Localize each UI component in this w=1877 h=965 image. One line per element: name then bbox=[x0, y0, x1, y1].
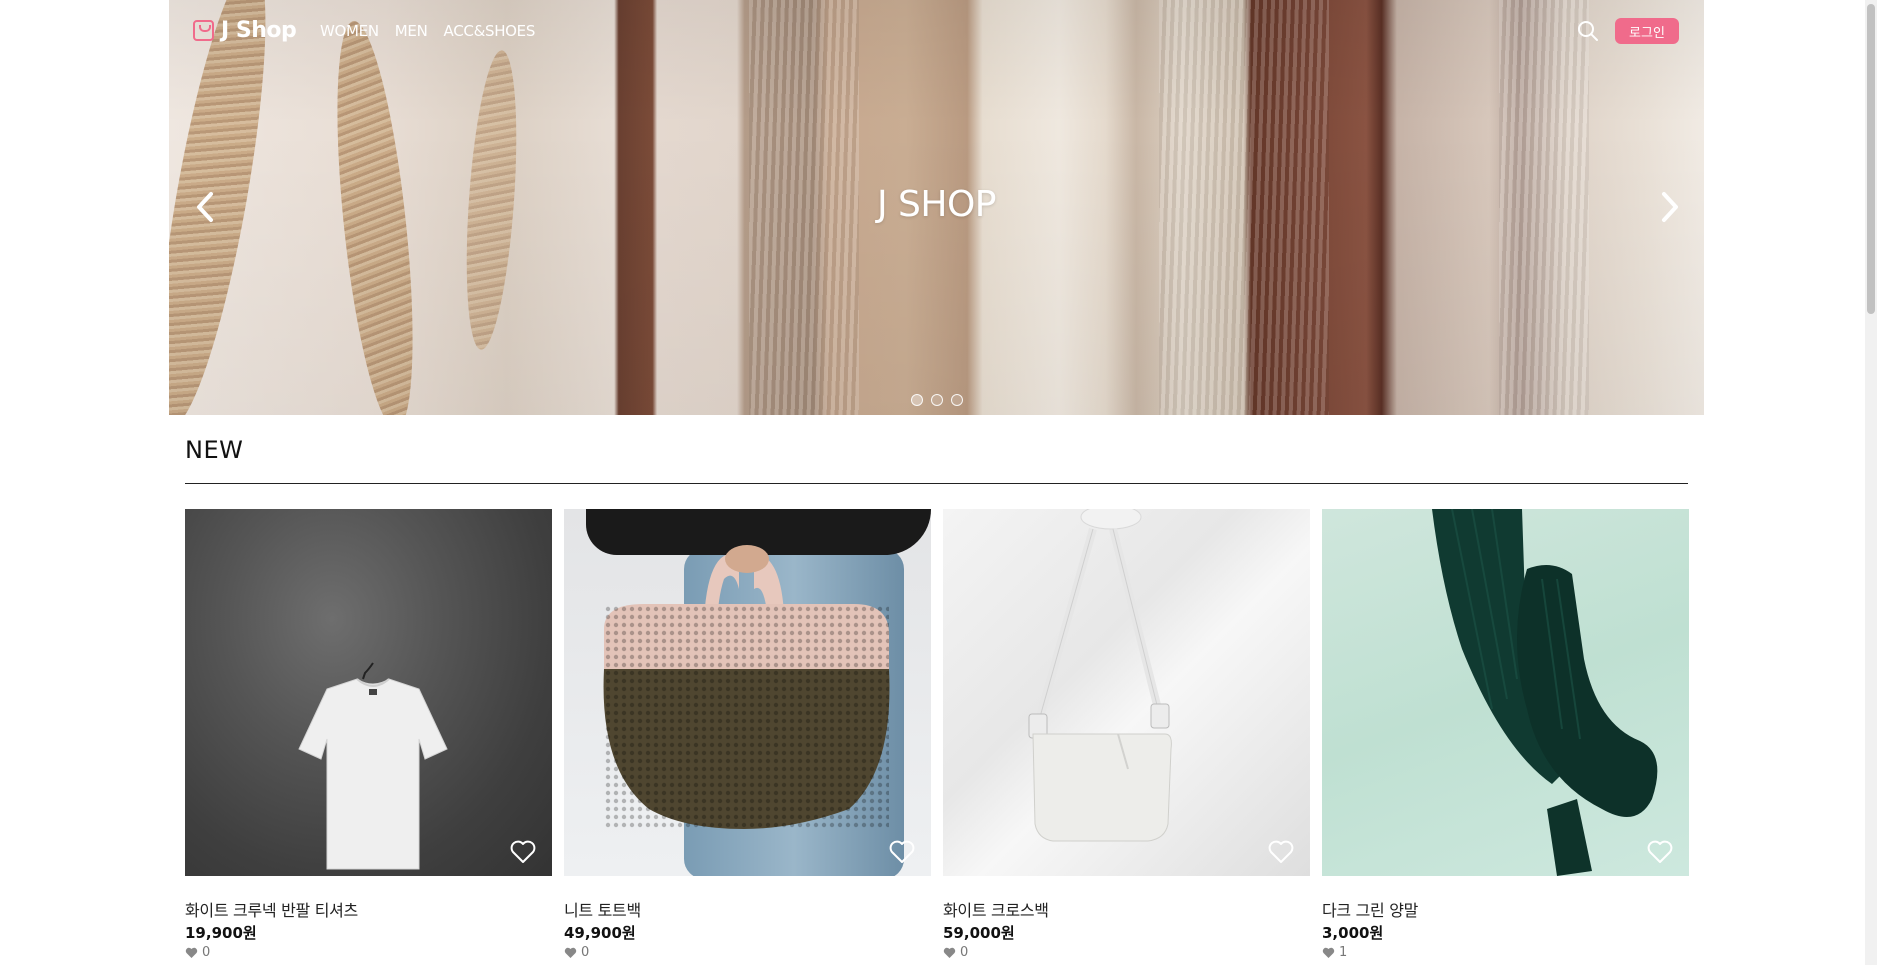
heart-icon[interactable] bbox=[1268, 840, 1294, 864]
product-price: 59,000원 bbox=[943, 924, 1015, 942]
product-image[interactable] bbox=[943, 509, 1310, 876]
t-shirt-image bbox=[298, 662, 448, 870]
like-count: 0 bbox=[564, 945, 931, 960]
carousel-dot[interactable] bbox=[911, 394, 923, 406]
menu-item-women[interactable]: WOMEN bbox=[320, 22, 379, 40]
main-menu: WOMEN MEN ACC&SHOES bbox=[320, 22, 535, 40]
product-card[interactable]: 화이트 크루넥 반팔 티셔츠 19,900원 0 bbox=[185, 509, 552, 960]
chevron-left-icon[interactable] bbox=[191, 190, 219, 224]
crossbody-bag-image bbox=[1028, 509, 1172, 842]
product-image[interactable] bbox=[185, 509, 552, 876]
like-count: 0 bbox=[943, 945, 1310, 960]
top-navigation: J Shop WOMEN MEN ACC&SHOES 로그인 bbox=[169, 0, 1704, 62]
section-divider bbox=[185, 483, 1688, 484]
heart-filled-icon bbox=[564, 947, 577, 958]
logo[interactable]: J Shop bbox=[193, 18, 297, 43]
logo-text: J Shop bbox=[221, 18, 297, 43]
heart-icon[interactable] bbox=[1647, 840, 1673, 864]
section-title: NEW bbox=[185, 436, 244, 464]
product-name[interactable]: 화이트 크루넥 반팔 티셔츠 bbox=[185, 897, 552, 920]
product-list: 화이트 크루넥 반팔 티셔츠 19,900원 0 니트 토트백 49,900원 … bbox=[185, 509, 1689, 960]
hero-title: J SHOP bbox=[876, 184, 997, 225]
product-price: 49,900원 bbox=[564, 924, 636, 942]
main-container: J Shop WOMEN MEN ACC&SHOES 로그인 J SHOP NE… bbox=[169, 0, 1704, 960]
login-button[interactable]: 로그인 bbox=[1615, 18, 1679, 44]
carousel-dot[interactable] bbox=[951, 394, 963, 406]
like-count: 1 bbox=[1322, 945, 1689, 960]
product-price: 3,000원 bbox=[1322, 924, 1384, 942]
product-price: 19,900원 bbox=[185, 924, 257, 942]
search-icon[interactable] bbox=[1577, 20, 1599, 42]
heart-icon[interactable] bbox=[510, 840, 536, 864]
like-count-value: 1 bbox=[1339, 945, 1348, 960]
page-scrollbar[interactable] bbox=[1865, 0, 1877, 965]
product-name[interactable]: 다크 그린 양말 bbox=[1322, 897, 1689, 920]
product-card[interactable]: 니트 토트백 49,900원 0 bbox=[564, 509, 931, 960]
socks-image bbox=[1432, 509, 1658, 876]
heart-icon[interactable] bbox=[889, 840, 915, 864]
heart-filled-icon bbox=[943, 947, 956, 958]
scrollbar-thumb[interactable] bbox=[1867, 4, 1875, 314]
carousel-indicators bbox=[911, 394, 963, 406]
like-count-value: 0 bbox=[960, 945, 969, 960]
page: J Shop WOMEN MEN ACC&SHOES 로그인 J SHOP NE… bbox=[0, 0, 1877, 965]
product-image[interactable] bbox=[1322, 509, 1689, 876]
product-name[interactable]: 니트 토트백 bbox=[564, 897, 931, 920]
tote-bag-image bbox=[603, 545, 890, 829]
product-name[interactable]: 화이트 크로스백 bbox=[943, 897, 1310, 920]
menu-item-acc-shoes[interactable]: ACC&SHOES bbox=[444, 22, 536, 40]
heart-filled-icon bbox=[185, 947, 198, 958]
carousel-dot[interactable] bbox=[931, 394, 943, 406]
shopping-bag-icon bbox=[193, 20, 214, 41]
menu-item-men[interactable]: MEN bbox=[395, 22, 428, 40]
product-image[interactable] bbox=[564, 509, 931, 876]
heart-filled-icon bbox=[1322, 947, 1335, 958]
like-count-value: 0 bbox=[202, 945, 211, 960]
like-count: 0 bbox=[185, 945, 552, 960]
chevron-right-icon[interactable] bbox=[1656, 190, 1684, 224]
hero-carousel: J Shop WOMEN MEN ACC&SHOES 로그인 J SHOP bbox=[169, 0, 1704, 415]
product-card[interactable]: 화이트 크로스백 59,000원 0 bbox=[943, 509, 1310, 960]
product-card[interactable]: 다크 그린 양말 3,000원 1 bbox=[1322, 509, 1689, 960]
like-count-value: 0 bbox=[581, 945, 590, 960]
